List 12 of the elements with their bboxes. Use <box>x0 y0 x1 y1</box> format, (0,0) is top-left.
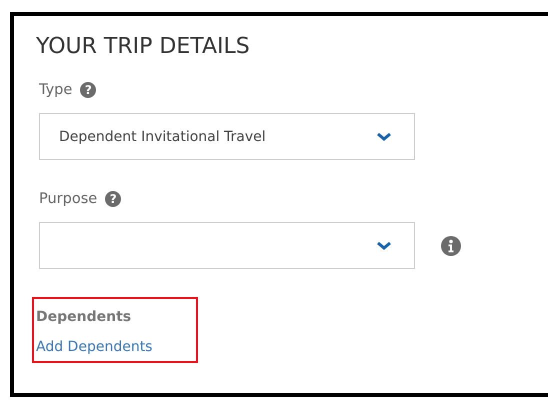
field-label: Purpose <box>39 191 98 207</box>
add-dependents-link[interactable]: Add Dependents <box>36 339 196 355</box>
field-label: Type <box>39 82 72 98</box>
dropdown-field[interactable]: Dependent Invitational Travel <box>39 113 415 160</box>
section-title: YOUR TRIP DETAILS <box>36 34 251 59</box>
dependents-label: Dependents <box>36 309 132 325</box>
chevron-down-icon <box>376 132 392 142</box>
chevron-down-icon <box>376 240 392 250</box>
help-icon[interactable]: ? <box>105 191 122 207</box>
help-icon[interactable]: ? <box>80 82 96 98</box>
dropdown-field[interactable] <box>39 222 415 269</box>
info-icon[interactable] <box>441 236 461 256</box>
